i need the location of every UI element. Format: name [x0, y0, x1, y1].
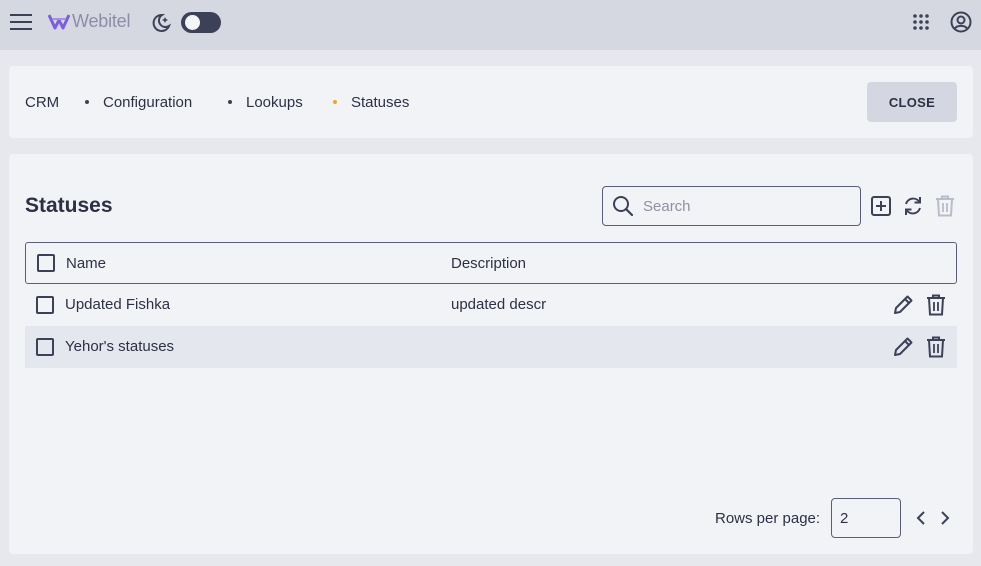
page-title: Statuses: [25, 194, 113, 217]
chevron-left-icon[interactable]: [915, 510, 927, 526]
breadcrumb-item-configuration[interactable]: Configuration: [103, 94, 192, 111]
account-circle-icon[interactable]: [950, 11, 972, 33]
row-description: updated descr: [451, 296, 547, 313]
row-checkbox[interactable]: [36, 338, 54, 356]
close-button[interactable]: CLOSE: [867, 82, 957, 122]
moon-stars-icon: [150, 12, 172, 34]
breadcrumb-item-statuses: Statuses: [351, 94, 410, 111]
refresh-icon[interactable]: [902, 195, 924, 217]
breadcrumb-separator: [228, 100, 232, 104]
rows-per-page-label: Rows per page:: [715, 510, 821, 527]
delete-icon[interactable]: [926, 294, 946, 316]
search-input[interactable]: [643, 187, 853, 225]
apps-grid-icon[interactable]: [913, 14, 929, 30]
search-icon[interactable]: [612, 195, 634, 217]
chevron-right-icon[interactable]: [939, 510, 951, 526]
hamburger-menu-icon[interactable]: [10, 12, 32, 32]
edit-icon[interactable]: [893, 294, 914, 315]
rows-per-page-input[interactable]: [831, 498, 901, 538]
statuses-table-panel: Statuses Name: [9, 154, 973, 554]
breadcrumb-item-lookups[interactable]: Lookups: [246, 94, 303, 111]
add-icon[interactable]: [871, 196, 891, 216]
delete-icon[interactable]: [926, 336, 946, 358]
row-name: Yehor's statuses: [65, 338, 175, 355]
toggle-knob: [185, 15, 200, 30]
row-name: Updated Fishka: [65, 296, 171, 313]
breadcrumb-separator: [85, 100, 89, 104]
column-header-description[interactable]: Description: [451, 255, 526, 272]
edit-icon[interactable]: [893, 336, 914, 357]
breadcrumb-item-crm[interactable]: CRM: [25, 94, 59, 111]
select-all-checkbox[interactable]: [37, 254, 55, 272]
webitel-logo-icon: [48, 13, 70, 31]
top-bar: Webitel: [0, 0, 981, 50]
row-checkbox[interactable]: [36, 296, 54, 314]
table-header: Name Description: [25, 242, 957, 284]
theme-toggle[interactable]: [181, 12, 221, 33]
search-box[interactable]: [602, 186, 861, 226]
table-row: Updated Fishka updated descr: [25, 284, 957, 326]
breadcrumb-separator-active: [333, 100, 337, 104]
logo-text: Webitel: [72, 11, 131, 31]
breadcrumb: CRM Configuration Lookups Statuses CLOSE: [9, 66, 973, 138]
trash-icon: [935, 195, 955, 217]
table-row: Yehor's statuses: [25, 326, 957, 368]
column-header-name[interactable]: Name: [66, 255, 106, 272]
